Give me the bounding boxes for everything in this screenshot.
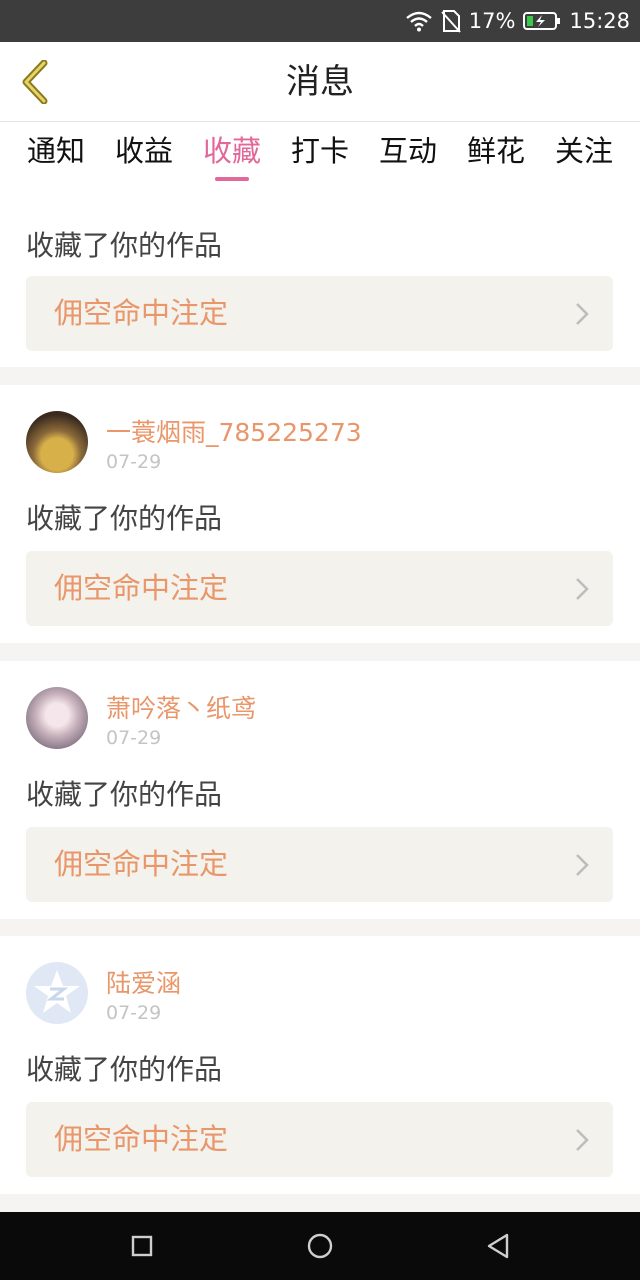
active-tab-indicator [215, 177, 249, 181]
action-text: 收藏了你的作品 [26, 502, 223, 535]
tab-label: 关注 [554, 134, 613, 168]
work-link[interactable]: 佣空命中注定 [26, 1102, 613, 1177]
triangle-back-icon [487, 1233, 509, 1259]
recents-button[interactable] [126, 1230, 158, 1262]
home-button[interactable] [304, 1230, 336, 1262]
tab-bar: 通知 收益 收藏 打卡 互动 鲜花 关注 [0, 122, 640, 184]
tab-label: 打卡 [290, 134, 349, 168]
tab-label: 鲜花 [466, 134, 525, 168]
work-link[interactable]: 佣空命中注定 [26, 276, 613, 351]
tab-following[interactable]: 关注 [540, 122, 628, 184]
avatar[interactable] [26, 687, 88, 749]
tab-interactions[interactable]: 互动 [364, 122, 452, 184]
date: 07-29 [106, 727, 162, 749]
tab-label: 收益 [114, 134, 173, 168]
avatar[interactable] [26, 411, 88, 473]
status-bar: 17% 15:28 [0, 0, 640, 42]
list-item: 一蓑烟雨_785225273 07-29 收藏了你的作品 佣空命中注定 [0, 385, 640, 643]
default-avatar-icon[interactable] [26, 962, 88, 1024]
page-title: 消息 [286, 62, 354, 102]
back-arrow-icon [22, 60, 48, 104]
tab-checkin[interactable]: 打卡 [276, 122, 364, 184]
date: 07-29 [106, 451, 162, 473]
system-navigation-bar [0, 1212, 640, 1280]
chevron-right-icon [576, 578, 589, 600]
chevron-right-icon [576, 303, 589, 325]
circle-icon [307, 1233, 333, 1259]
list-item: 萧吟落丶纸鸢 07-29 收藏了你的作品 佣空命中注定 [0, 661, 640, 919]
tab-favorites[interactable]: 收藏 [188, 122, 276, 184]
work-link[interactable]: 佣空命中注定 [26, 551, 613, 626]
work-title: 佣空命中注定 [54, 847, 229, 881]
username[interactable]: 萧吟落丶纸鸢 [106, 689, 256, 725]
work-title: 佣空命中注定 [54, 571, 229, 605]
tab-earnings[interactable]: 收益 [100, 122, 188, 184]
work-title: 佣空命中注定 [54, 296, 229, 330]
list-item: 07-30 收藏了你的作品 佣空命中注定 [0, 184, 640, 367]
square-icon [131, 1235, 153, 1257]
action-text: 收藏了你的作品 [26, 1053, 223, 1086]
work-link[interactable]: 佣空命中注定 [26, 827, 613, 902]
back-button[interactable] [10, 52, 60, 112]
username[interactable]: 陆爱涵 [106, 964, 181, 1000]
battery-percent: 17% [468, 9, 516, 33]
message-list[interactable]: 07-30 收藏了你的作品 佣空命中注定 一蓑烟雨_785225273 07-2… [0, 184, 640, 1212]
nav-bar: 消息 [0, 42, 640, 122]
action-text: 收藏了你的作品 [26, 229, 223, 262]
tab-label: 互动 [378, 134, 437, 168]
work-title: 佣空命中注定 [54, 1122, 229, 1156]
username[interactable]: 一蓑烟雨_785225273 [106, 413, 362, 449]
chevron-right-icon [576, 1129, 589, 1151]
tab-label: 收藏 [202, 134, 261, 168]
list-item: 陆爱涵 07-29 收藏了你的作品 佣空命中注定 [0, 936, 640, 1194]
battery-charging-icon [523, 11, 561, 31]
clock: 15:28 [569, 9, 630, 33]
chevron-right-icon [576, 854, 589, 876]
tab-notifications[interactable]: 通知 [12, 122, 100, 184]
no-sim-icon [441, 9, 461, 33]
wifi-icon [405, 10, 433, 32]
tab-label: 通知 [26, 134, 85, 168]
date: 07-29 [106, 1002, 162, 1024]
tab-flowers[interactable]: 鲜花 [452, 122, 540, 184]
back-nav-button[interactable] [482, 1230, 514, 1262]
action-text: 收藏了你的作品 [26, 778, 223, 811]
